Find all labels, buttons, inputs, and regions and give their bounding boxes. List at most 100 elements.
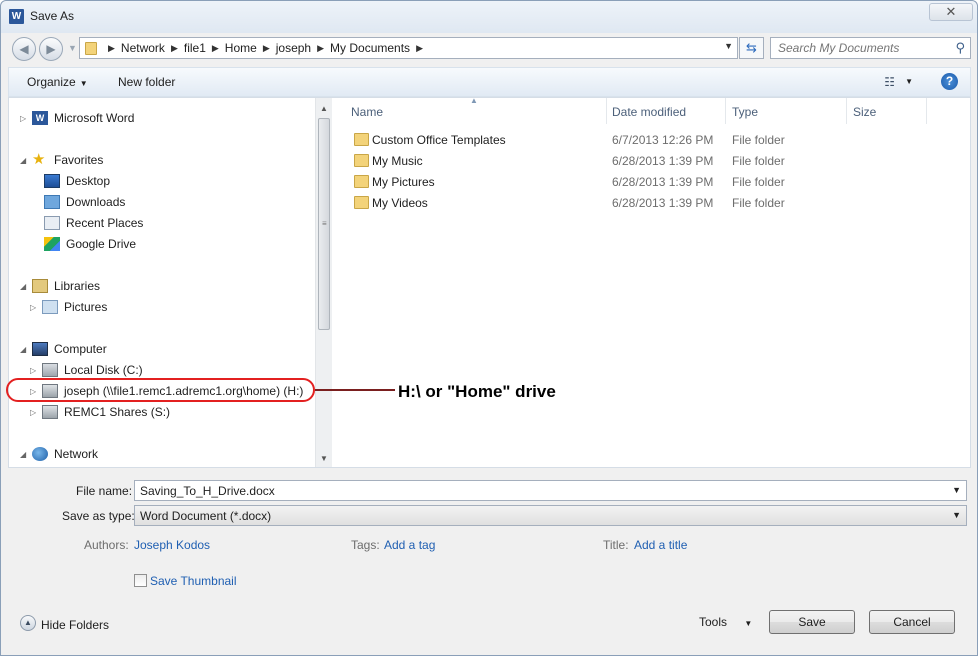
title-label: Title: <box>603 538 629 552</box>
tree-item-shares-drive[interactable]: ▷ REMC1 Shares (S:) <box>30 403 170 421</box>
expand-arrow-icon[interactable]: ▷ <box>30 366 40 375</box>
network-drive-icon <box>42 405 58 419</box>
file-name-input[interactable] <box>135 481 925 500</box>
back-button[interactable]: ◀ <box>12 37 36 61</box>
column-header-date[interactable]: Date modified <box>607 98 726 124</box>
file-date: 6/28/2013 1:39 PM <box>612 196 714 210</box>
tools-button[interactable]: Tools ▼ <box>699 615 752 629</box>
breadcrumb-chevron-icon[interactable]: ▶ <box>410 43 429 54</box>
collapse-arrow-icon[interactable]: ◢ <box>20 450 30 459</box>
new-folder-button[interactable]: New folder <box>118 75 175 89</box>
chevron-down-icon[interactable]: ▼ <box>952 510 961 520</box>
column-header-type[interactable]: Type <box>726 98 847 124</box>
save-thumbnail-checkbox[interactable] <box>134 574 147 587</box>
desktop-icon <box>44 174 60 188</box>
collapse-arrow-icon[interactable]: ◢ <box>20 156 30 165</box>
organize-button[interactable]: Organize ▼ <box>27 75 88 89</box>
hard-disk-icon <box>42 363 58 377</box>
tree-item-network[interactable]: ◢ Network <box>20 445 98 463</box>
tree-item-pictures[interactable]: ▷ Pictures <box>30 298 107 316</box>
column-label: Date modified <box>612 105 687 119</box>
hide-folders-button[interactable]: Hide Folders <box>41 618 109 632</box>
tree-label: Computer <box>54 342 107 356</box>
tree-item-libraries[interactable]: ◢ Libraries <box>20 277 100 295</box>
column-label: Name <box>351 105 384 119</box>
save-type-value: Word Document (*.docx) <box>140 509 272 523</box>
file-name: My Pictures <box>372 175 435 189</box>
chevron-down-icon[interactable]: ▼ <box>952 485 961 495</box>
breadcrumb-home[interactable]: Home <box>225 41 257 55</box>
tree-item-google-drive[interactable]: Google Drive <box>32 235 136 253</box>
tags-label: Tags: <box>351 538 380 552</box>
file-name-combo[interactable]: ▼ <box>134 480 967 501</box>
breadcrumb-chevron-icon[interactable]: ▶ <box>165 43 184 54</box>
change-view-icon[interactable]: ☷ <box>884 75 895 89</box>
column-header-size[interactable]: Size <box>847 98 927 124</box>
tree-label: Favorites <box>54 153 104 167</box>
chevron-down-icon[interactable]: ▼ <box>905 77 913 86</box>
collapse-arrow-icon[interactable]: ◢ <box>20 345 30 354</box>
expand-arrow-icon[interactable]: ▷ <box>30 408 40 417</box>
scroll-up-icon[interactable]: ▲ <box>320 104 328 113</box>
tree-item-downloads[interactable]: Downloads <box>32 193 125 211</box>
hide-folders-icon[interactable]: ▲ <box>20 615 36 631</box>
help-icon[interactable]: ? <box>941 73 958 90</box>
navigation-scrollbar[interactable]: ▲ ≡ ▼ <box>315 98 332 467</box>
breadcrumb-chevron-icon[interactable]: ▶ <box>206 43 225 54</box>
tree-item-recent-places[interactable]: Recent Places <box>32 214 143 232</box>
save-type-select[interactable]: Word Document (*.docx) ▼ <box>134 505 967 526</box>
command-toolbar: Organize ▼ New folder ☷ ▼ ? <box>8 67 971 97</box>
computer-icon <box>32 342 48 356</box>
file-name-label: File name: <box>76 484 133 498</box>
libraries-icon <box>32 279 48 293</box>
recent-places-icon <box>44 216 60 230</box>
breadcrumb-chevron-icon[interactable]: ▶ <box>257 43 276 54</box>
search-box[interactable]: ⚲ <box>770 37 971 59</box>
save-button[interactable]: Save <box>769 610 855 634</box>
cancel-button[interactable]: Cancel <box>869 610 955 634</box>
breadcrumb-file1[interactable]: file1 <box>184 41 206 55</box>
tree-label: Pictures <box>64 300 108 314</box>
search-icon[interactable]: ⚲ <box>955 40 965 56</box>
title-value[interactable]: Add a title <box>634 538 687 552</box>
breadcrumb-chevron-icon[interactable]: ▶ <box>311 43 330 54</box>
tree-item-favorites[interactable]: ◢ ★ Favorites <box>20 151 103 169</box>
address-bar[interactable]: ▶ Network ▶ file1 ▶ Home ▶ joseph ▶ My D… <box>79 37 738 59</box>
authors-value[interactable]: Joseph Kodos <box>134 538 210 552</box>
tags-value[interactable]: Add a tag <box>384 538 435 552</box>
breadcrumb-network[interactable]: Network <box>121 41 165 55</box>
breadcrumb-my-documents[interactable]: My Documents <box>330 41 410 55</box>
list-item[interactable]: My Music 6/28/2013 1:39 PM File folder <box>332 151 970 171</box>
list-item[interactable]: My Videos 6/28/2013 1:39 PM File folder <box>332 193 970 213</box>
file-type: File folder <box>732 175 785 189</box>
scroll-down-icon[interactable]: ▼ <box>320 454 328 463</box>
collapse-arrow-icon[interactable]: ◢ <box>20 282 30 291</box>
search-input[interactable] <box>771 38 951 58</box>
expand-arrow-icon[interactable]: ▷ <box>20 114 30 123</box>
tree-item-desktop[interactable]: Desktop <box>32 172 110 190</box>
recent-locations-chevron-icon[interactable]: ▼ <box>68 43 77 53</box>
address-dropdown-icon[interactable]: ▼ <box>724 41 733 51</box>
breadcrumb-chevron-icon[interactable]: ▶ <box>102 43 121 54</box>
close-button[interactable]: ✕ <box>929 3 973 21</box>
save-thumbnail-label[interactable]: Save Thumbnail <box>150 574 237 588</box>
file-date: 6/28/2013 1:39 PM <box>612 175 714 189</box>
expand-arrow-icon[interactable]: ▷ <box>30 303 40 312</box>
refresh-button[interactable]: ⇆ <box>739 37 764 59</box>
pictures-icon <box>42 300 58 314</box>
tree-item-local-disk[interactable]: ▷ Local Disk (C:) <box>30 361 143 379</box>
forward-button[interactable]: ▶ <box>39 37 63 61</box>
list-item[interactable]: Custom Office Templates 6/7/2013 12:26 P… <box>332 130 970 150</box>
tree-item-microsoft-word[interactable]: ▷ W Microsoft Word <box>20 109 134 127</box>
sort-ascending-icon: ▲ <box>470 96 478 105</box>
list-item[interactable]: My Pictures 6/28/2013 1:39 PM File folde… <box>332 172 970 192</box>
breadcrumb-joseph[interactable]: joseph <box>276 41 311 55</box>
file-type: File folder <box>732 154 785 168</box>
tree-label: Recent Places <box>66 216 144 230</box>
file-date: 6/7/2013 12:26 PM <box>612 133 714 147</box>
network-icon <box>32 447 48 461</box>
scrollbar-thumb[interactable]: ≡ <box>318 118 330 330</box>
column-header-name[interactable]: Name ▲ <box>332 96 607 124</box>
file-name: My Videos <box>372 196 428 210</box>
tree-item-computer[interactable]: ◢ Computer <box>20 340 107 358</box>
